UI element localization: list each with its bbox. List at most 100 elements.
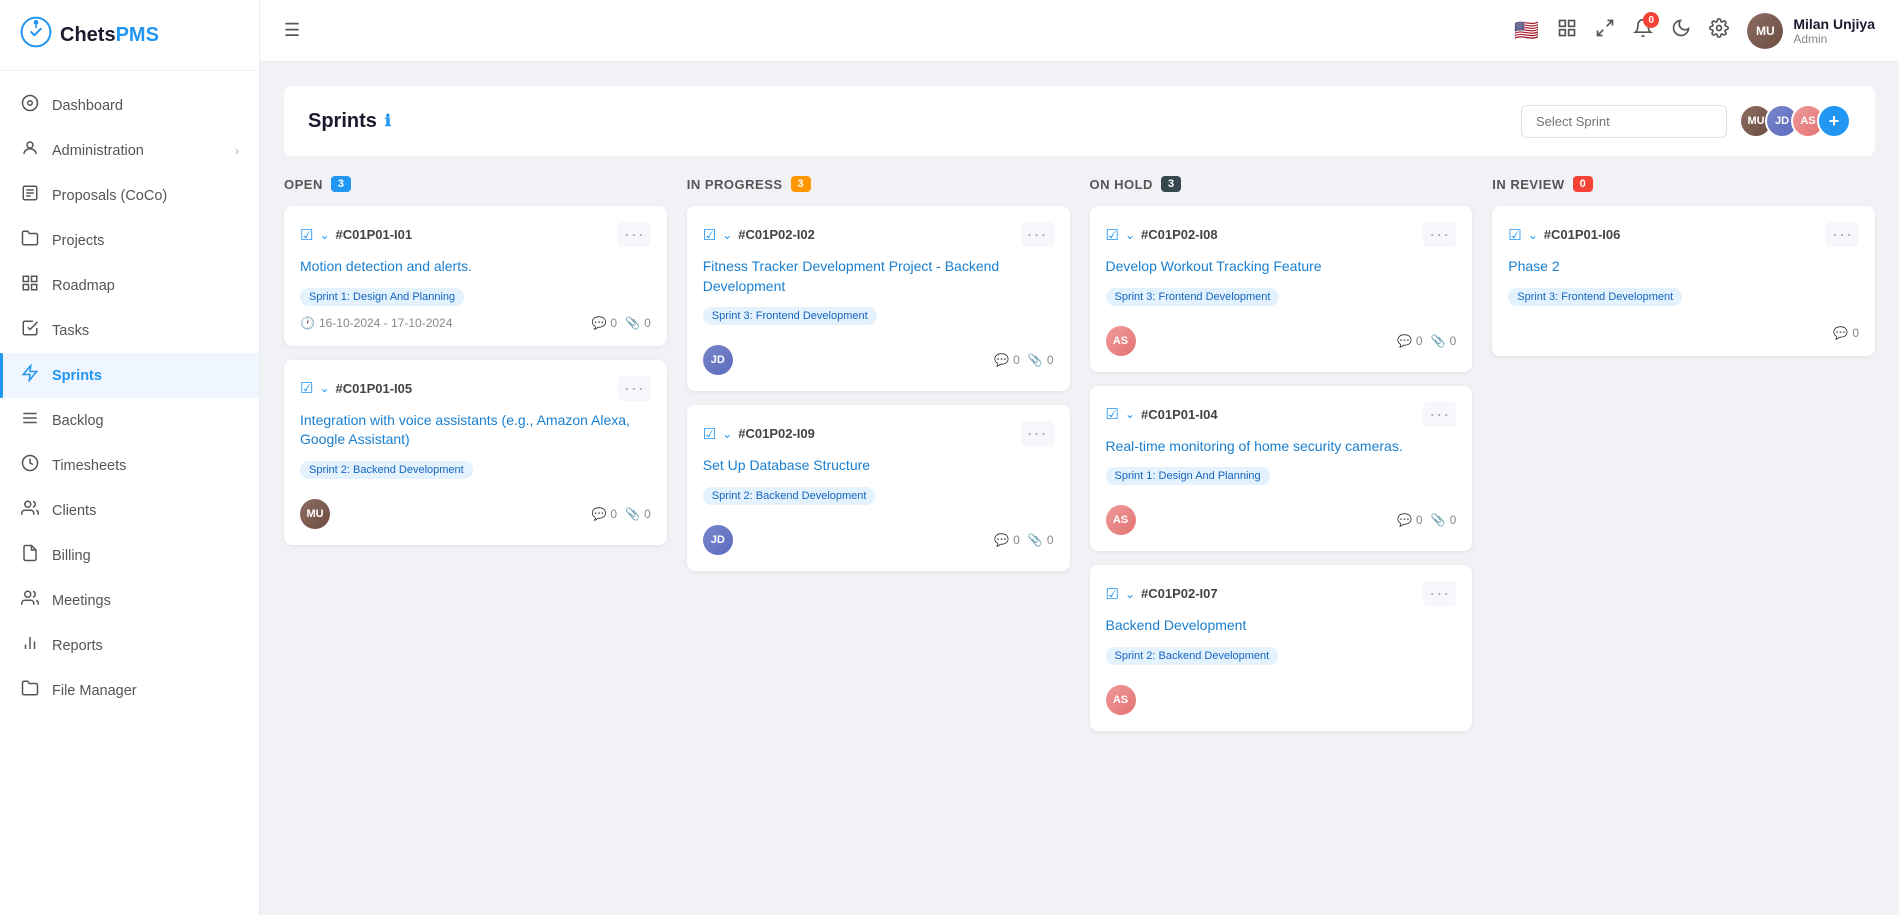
sidebar-item-timesheets[interactable]: Timesheets [0, 443, 259, 488]
attachment-icon: 📎 [625, 316, 640, 330]
card-id-row: ☑ ⌄ #C01P02-I02 [703, 226, 815, 244]
card-checkbox-icon[interactable]: ☑ [703, 226, 716, 244]
card-tag[interactable]: Sprint 1: Design And Planning [300, 288, 464, 306]
card-more-button[interactable]: ··· [1021, 421, 1054, 446]
sidebar-item-projects[interactable]: Projects [0, 218, 259, 263]
card-code: #C01P02-I02 [738, 227, 815, 242]
file-manager-icon [20, 679, 40, 702]
card-chevron-icon[interactable]: ⌄ [319, 381, 329, 395]
add-member-button[interactable]: + [1817, 104, 1851, 138]
card-more-button[interactable]: ··· [1423, 581, 1456, 606]
user-profile[interactable]: MU Milan Unjiya Admin [1747, 13, 1875, 49]
card-checkbox-icon[interactable]: ☑ [1106, 405, 1119, 423]
card-checkbox-icon[interactable]: ☑ [300, 226, 313, 244]
sidebar-item-tasks[interactable]: Tasks [0, 308, 259, 353]
card-title[interactable]: Develop Workout Tracking Feature [1106, 257, 1457, 277]
card-tag[interactable]: Sprint 3: Frontend Development [1508, 288, 1682, 306]
card-id-row: ☑ ⌄ #C01P02-I07 [1106, 585, 1218, 603]
card-code: #C01P01-I04 [1141, 407, 1218, 422]
card-more-button[interactable]: ··· [1826, 222, 1859, 247]
card-chevron-icon[interactable]: ⌄ [722, 228, 732, 242]
sidebar-item-sprints[interactable]: Sprints [0, 353, 259, 398]
card-title[interactable]: Integration with voice assistants (e.g.,… [300, 411, 651, 450]
card-id-row: ☑ ⌄ #C01P01-I06 [1508, 226, 1620, 244]
card-title[interactable]: Set Up Database Structure [703, 456, 1054, 476]
card-assignee-avatar: AS [1106, 505, 1136, 535]
card-header: ☑ ⌄ #C01P02-I07 ··· [1106, 581, 1457, 606]
card-more-button[interactable]: ··· [1423, 222, 1456, 247]
sidebar-item-file-manager[interactable]: File Manager [0, 668, 259, 713]
card-c01p01-i01: ☑ ⌄ #C01P01-I01 ··· Motion detection and… [284, 206, 667, 346]
sidebar-item-roadmap[interactable]: Roadmap [0, 263, 259, 308]
sprint-select-input[interactable] [1521, 105, 1727, 138]
card-checkbox-icon[interactable]: ☑ [1508, 226, 1521, 244]
sidebar-item-meetings[interactable]: Meetings [0, 578, 259, 623]
card-tag[interactable]: Sprint 3: Frontend Development [703, 307, 877, 325]
administration-icon [20, 139, 40, 162]
sidebar-item-reports[interactable]: Reports [0, 623, 259, 668]
card-tag[interactable]: Sprint 2: Backend Development [1106, 647, 1279, 665]
fullscreen-icon[interactable] [1595, 18, 1615, 43]
column-on-hold-badge: 3 [1161, 176, 1181, 192]
attachment-count: 0 [1047, 533, 1054, 547]
card-checkbox-icon[interactable]: ☑ [300, 379, 313, 397]
card-c01p02-i08: ☑ ⌄ #C01P02-I08 ··· Develop Workout Trac… [1090, 206, 1473, 372]
card-tag[interactable]: Sprint 1: Design And Planning [1106, 467, 1270, 485]
card-tag-wrapper: Sprint 3: Frontend Development [703, 306, 1054, 335]
language-flag-icon[interactable]: 🇺🇸 [1514, 18, 1539, 43]
card-chevron-icon[interactable]: ⌄ [722, 427, 732, 441]
card-attachments-stat: 📎 0 [1028, 353, 1054, 367]
card-chevron-icon[interactable]: ⌄ [319, 228, 329, 242]
card-more-button[interactable]: ··· [618, 222, 651, 247]
card-tag[interactable]: Sprint 2: Backend Development [703, 487, 876, 505]
card-title[interactable]: Fitness Tracker Development Project - Ba… [703, 257, 1054, 296]
card-checkbox-icon[interactable]: ☑ [1106, 226, 1119, 244]
user-avatar: MU [1747, 13, 1783, 49]
dark-mode-icon[interactable] [1671, 18, 1691, 43]
card-more-button[interactable]: ··· [1021, 222, 1054, 247]
clients-icon [20, 499, 40, 522]
sidebar-item-billing[interactable]: Billing [0, 533, 259, 578]
card-checkbox-icon[interactable]: ☑ [703, 425, 716, 443]
grid-view-icon[interactable] [1557, 18, 1577, 43]
card-title[interactable]: Backend Development [1106, 616, 1457, 636]
card-checkbox-icon[interactable]: ☑ [1106, 585, 1119, 603]
card-title[interactable]: Motion detection and alerts. [300, 257, 651, 277]
card-chevron-icon[interactable]: ⌄ [1528, 228, 1538, 242]
card-title[interactable]: Real-time monitoring of home security ca… [1106, 437, 1457, 457]
card-tag[interactable]: Sprint 3: Frontend Development [1106, 288, 1280, 306]
card-chevron-icon[interactable]: ⌄ [1125, 228, 1135, 242]
proposals-icon [20, 184, 40, 207]
card-more-button[interactable]: ··· [618, 376, 651, 401]
card-tag-wrapper: Sprint 2: Backend Development [300, 460, 651, 489]
card-chevron-icon[interactable]: ⌄ [1125, 407, 1135, 421]
card-footer: 💬 0 [1508, 326, 1859, 340]
card-code: #C01P02-I07 [1141, 586, 1218, 601]
sidebar-item-dashboard[interactable]: Dashboard [0, 83, 259, 128]
card-tag[interactable]: Sprint 2: Backend Development [300, 461, 473, 479]
card-c01p01-i06: ☑ ⌄ #C01P01-I06 ··· Phase 2 Sprint 3: Fr… [1492, 206, 1875, 356]
card-attachments-stat: 📎 0 [1431, 513, 1457, 527]
page-info-icon[interactable]: ℹ [385, 111, 391, 131]
card-chevron-icon[interactable]: ⌄ [1125, 587, 1135, 601]
sidebar-item-administration[interactable]: Administration › [0, 128, 259, 173]
hamburger-icon[interactable]: ☰ [284, 20, 300, 41]
card-more-button[interactable]: ··· [1423, 402, 1456, 427]
settings-icon[interactable] [1709, 18, 1729, 43]
sidebar-item-proposals[interactable]: Proposals (CoCo) [0, 173, 259, 218]
notifications-icon[interactable]: 0 [1633, 18, 1653, 43]
card-footer: 🕐 16-10-2024 - 17-10-2024 💬 0 📎 0 [300, 316, 651, 330]
content-area: Sprints ℹ MU JD AS + [260, 62, 1899, 915]
card-header: ☑ ⌄ #C01P01-I06 ··· [1508, 222, 1859, 247]
header-left: ☰ [284, 20, 300, 41]
card-comments-stat: 💬 0 [1397, 513, 1423, 527]
billing-icon [20, 544, 40, 567]
card-code: #C01P02-I08 [1141, 227, 1218, 242]
card-code: #C01P01-I01 [336, 227, 413, 242]
sidebar-item-backlog[interactable]: Backlog [0, 398, 259, 443]
sidebar-item-clients[interactable]: Clients [0, 488, 259, 533]
header: ☰ 🇺🇸 0 MU [260, 0, 1899, 62]
attachment-icon: 📎 [1431, 334, 1446, 348]
sprints-icon [20, 364, 40, 387]
card-title[interactable]: Phase 2 [1508, 257, 1859, 277]
